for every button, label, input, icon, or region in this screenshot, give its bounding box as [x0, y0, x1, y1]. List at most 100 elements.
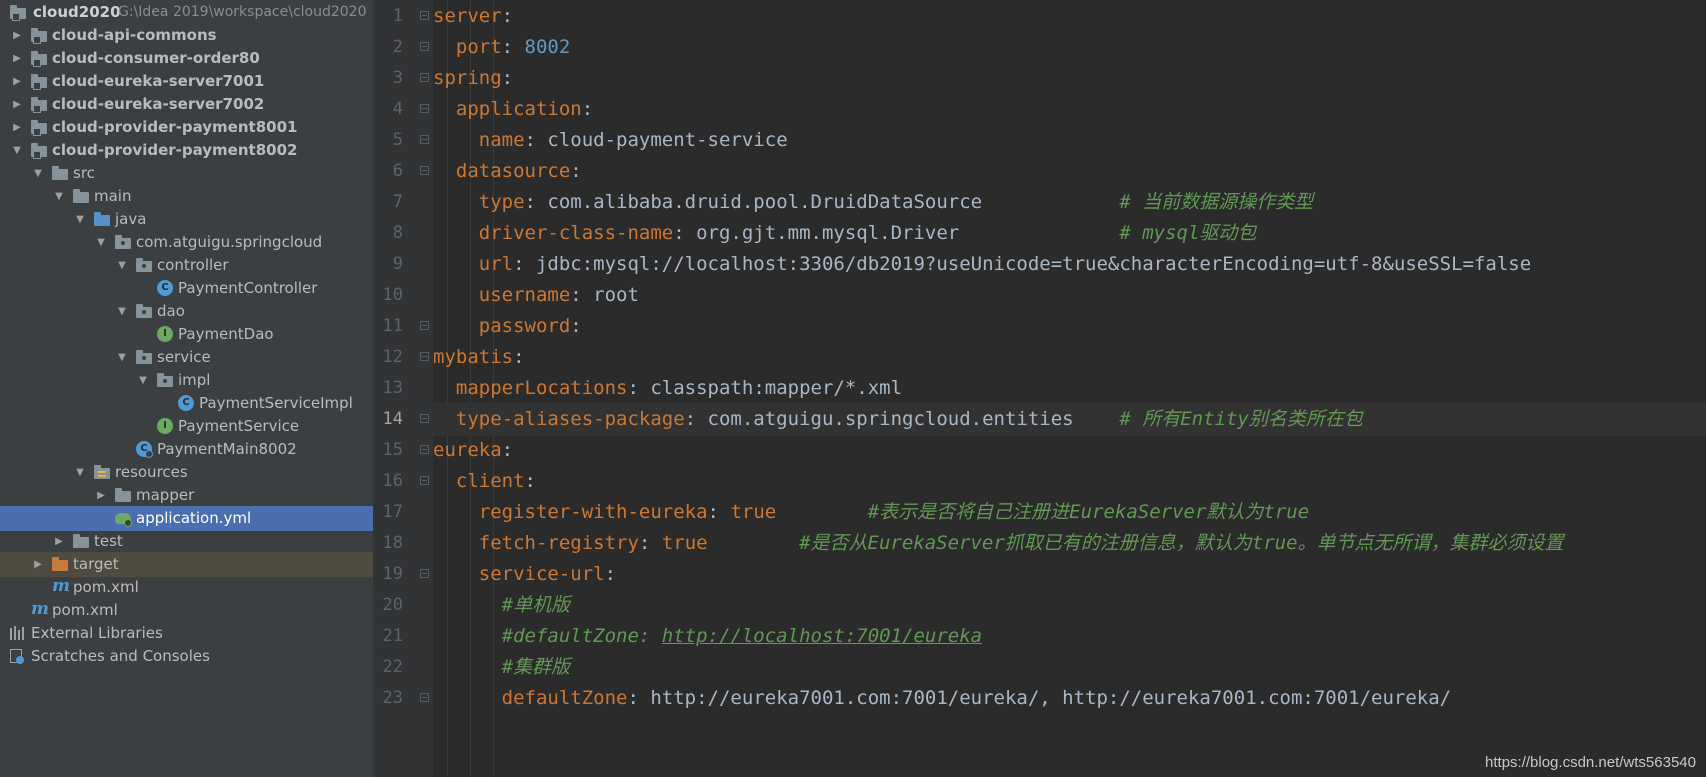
- code-line[interactable]: server:: [433, 0, 1706, 33]
- chevron-right-icon[interactable]: ▶: [10, 69, 24, 94]
- fold-start-icon[interactable]: [420, 569, 429, 578]
- code-line[interactable]: service-url:: [433, 557, 1706, 591]
- tree-root-path: G:\Idea 2019\workspace\cloud2020: [118, 4, 367, 20]
- tree-item[interactable]: I PaymentDao: [0, 322, 373, 347]
- tree-item[interactable]: ▶ cloud-api-commons: [0, 23, 373, 48]
- class-icon: C: [178, 395, 195, 412]
- tree-item[interactable]: ▶ cloud-provider-payment8001: [0, 115, 373, 140]
- tree-item[interactable]: ▼ service: [0, 345, 373, 370]
- chevron-right-icon[interactable]: ▶: [94, 483, 108, 508]
- tree-item[interactable]: I PaymentService: [0, 414, 373, 439]
- code-line[interactable]: driver-class-name: org.gjt.mm.mysql.Driv…: [433, 216, 1706, 250]
- tree-item[interactable]: ▼ main: [0, 184, 373, 209]
- chevron-down-icon[interactable]: ▼: [52, 184, 66, 209]
- tree-item[interactable]: ▼ impl: [0, 368, 373, 393]
- chevron-down-icon[interactable]: ▼: [31, 161, 45, 186]
- chevron-down-icon[interactable]: ▼: [115, 299, 129, 324]
- code-line[interactable]: mapperLocations: classpath:mapper/*.xml: [433, 371, 1706, 405]
- code-line[interactable]: #集群版: [433, 650, 1706, 684]
- code-line[interactable]: defaultZone: http://eureka7001.com:7001/…: [433, 681, 1706, 715]
- chevron-down-icon[interactable]: ▼: [115, 253, 129, 278]
- folder-icon: [73, 188, 90, 205]
- tree-item[interactable]: ▼ src: [0, 161, 373, 186]
- tree-item[interactable]: ▶ test: [0, 529, 373, 554]
- line-number: 4: [392, 99, 403, 119]
- tree-item[interactable]: ▼ resources: [0, 460, 373, 485]
- tree-root[interactable]: cloud2020 G:\Idea 2019\workspace\cloud20…: [0, 0, 373, 25]
- tree-item[interactable]: ▶ target: [0, 552, 373, 577]
- fold-end-icon[interactable]: [420, 321, 429, 330]
- tree-item[interactable]: ▶ cloud-consumer-order80: [0, 46, 373, 71]
- tree-item[interactable]: ▶ cloud-eureka-server7002: [0, 92, 373, 117]
- fold-start-icon[interactable]: [420, 11, 429, 20]
- tree-item[interactable]: ▶ mapper: [0, 483, 373, 508]
- maven-icon: m: [52, 576, 70, 596]
- code-editor[interactable]: 1 2 3 4 5 6 7 8 9 10 11 12 13 14 15 16 17 18 19 20 21 22 23 se…: [373, 0, 1706, 777]
- code-line[interactable]: name: cloud-payment-service: [433, 123, 1706, 157]
- code-link[interactable]: http://localhost:7001/eureka: [662, 625, 982, 647]
- tree-item[interactable]: m pom.xml: [0, 598, 373, 623]
- chevron-down-icon[interactable]: ▼: [10, 138, 24, 163]
- chevron-right-icon[interactable]: ▶: [52, 529, 66, 554]
- fold-start-icon[interactable]: [420, 476, 429, 485]
- tree-item[interactable]: Scratches and Consoles: [0, 644, 373, 669]
- code-line[interactable]: password:: [433, 309, 1706, 343]
- fold-end-icon[interactable]: [420, 693, 429, 702]
- chevron-right-icon[interactable]: ▶: [10, 115, 24, 140]
- code-line[interactable]: datasource:: [433, 154, 1706, 188]
- code-line[interactable]: register-with-eureka: true #表示是否将自己注册进Eu…: [433, 495, 1706, 529]
- chevron-right-icon[interactable]: ▶: [31, 552, 45, 577]
- fold-start-icon[interactable]: [420, 352, 429, 361]
- tree-item[interactable]: ▼ java: [0, 207, 373, 232]
- chevron-down-icon[interactable]: ▼: [94, 230, 108, 255]
- code-token: spring: [433, 67, 502, 89]
- tree-item[interactable]: External Libraries: [0, 621, 373, 646]
- chevron-down-icon[interactable]: ▼: [136, 368, 150, 393]
- code-line[interactable]: type-aliases-package: com.atguigu.spring…: [433, 402, 1706, 436]
- chevron-down-icon[interactable]: ▼: [73, 207, 87, 232]
- tree-item[interactable]: ▼ cloud-provider-payment8002: [0, 138, 373, 163]
- tree-item[interactable]: ▼ com.atguigu.springcloud: [0, 230, 373, 255]
- tree-item[interactable]: application.yml: [0, 506, 373, 531]
- code-token: #defaultZone:: [501, 625, 662, 647]
- tree-item[interactable]: C PaymentServiceImpl: [0, 391, 373, 416]
- tree-item-label: mapper: [136, 486, 195, 504]
- code-line[interactable]: username: root: [433, 278, 1706, 312]
- fold-start-icon[interactable]: [420, 445, 429, 454]
- line-number: 14: [382, 409, 403, 429]
- code-line[interactable]: fetch-registry: true #是否从EurekaServer抓取已…: [433, 526, 1706, 560]
- tree-item[interactable]: C PaymentController: [0, 276, 373, 301]
- line-number: 13: [382, 378, 403, 398]
- tree-item[interactable]: ▼ dao: [0, 299, 373, 324]
- fold-end-icon[interactable]: [420, 135, 429, 144]
- chevron-right-icon[interactable]: ▶: [10, 23, 24, 48]
- chevron-down-icon[interactable]: ▼: [73, 460, 87, 485]
- fold-end-icon[interactable]: [420, 42, 429, 51]
- tree-item[interactable]: C PaymentMain8002: [0, 437, 373, 462]
- code-line[interactable]: #defaultZone: http://localhost:7001/eure…: [433, 619, 1706, 653]
- code-line[interactable]: #单机版: [433, 588, 1706, 622]
- chevron-right-icon[interactable]: ▶: [10, 46, 24, 71]
- code-line[interactable]: mybatis:: [433, 340, 1706, 374]
- code-line[interactable]: type: com.alibaba.druid.pool.DruidDataSo…: [433, 185, 1706, 219]
- tree-item-label: cloud-consumer-order80: [52, 49, 260, 67]
- tree-item[interactable]: ▼ controller: [0, 253, 373, 278]
- code-line[interactable]: port: 8002: [433, 30, 1706, 64]
- code-line[interactable]: application:: [433, 92, 1706, 126]
- code-line[interactable]: eureka:: [433, 433, 1706, 467]
- fold-start-icon[interactable]: [420, 104, 429, 113]
- tree-item[interactable]: ▶ cloud-eureka-server7001: [0, 69, 373, 94]
- tree-item-label: cloud-eureka-server7001: [52, 72, 265, 90]
- fold-start-icon[interactable]: [420, 166, 429, 175]
- chevron-down-icon[interactable]: ▼: [115, 345, 129, 370]
- code-token: :: [501, 439, 514, 461]
- tree-item[interactable]: m pom.xml: [0, 575, 373, 600]
- code-line[interactable]: url: jdbc:mysql://localhost:3306/db2019?…: [433, 247, 1706, 281]
- code-line[interactable]: spring:: [433, 61, 1706, 95]
- line-number: 16: [382, 471, 403, 491]
- code-line[interactable]: client:: [433, 464, 1706, 498]
- fold-start-icon[interactable]: [420, 73, 429, 82]
- fold-end-icon[interactable]: [420, 414, 429, 423]
- chevron-right-icon[interactable]: ▶: [10, 92, 24, 117]
